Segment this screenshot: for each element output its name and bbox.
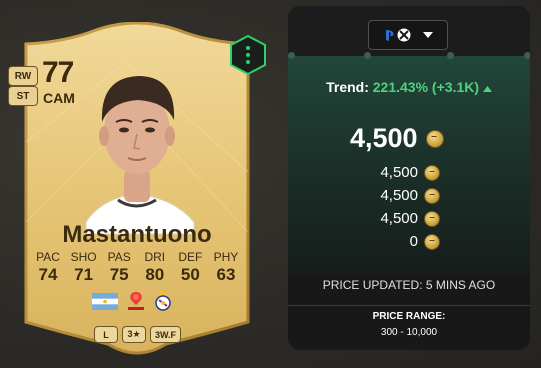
price-value: 4,500	[380, 187, 418, 204]
player-card[interactable]: RW ST 77 CAM Mastantuono PAC 74 SHO 71 P…	[6, 22, 268, 362]
alt-position-st: ST	[8, 86, 38, 106]
coin-icon	[424, 164, 440, 181]
section-dot	[447, 52, 454, 59]
stat-label: SHO	[70, 250, 97, 264]
price-updated-text: PRICE UPDATED: 5 MINS AGO	[322, 278, 496, 292]
stat-pac: PAC 74	[32, 250, 64, 285]
overall-rating: 77	[42, 56, 74, 89]
stat-label: PHY	[213, 250, 239, 264]
price-range-value: 300 - 10,000	[380, 327, 438, 338]
trend-label: Trend:	[326, 79, 369, 95]
real-madrid-crest-icon	[155, 292, 171, 311]
card-menu-button[interactable]	[230, 35, 266, 75]
playstation-xbox-icon	[386, 28, 411, 42]
main-price: 4,500	[350, 123, 444, 154]
player-name: Mastantuono	[62, 221, 212, 248]
stat-dri: DRI 80	[139, 250, 171, 285]
price-row: 4,500	[374, 210, 440, 227]
coin-icon	[424, 210, 440, 227]
stat-pas: PAS 75	[103, 250, 135, 285]
stat-label: DRI	[144, 250, 166, 264]
coin-icon	[424, 187, 440, 204]
price-row: 4,500	[374, 187, 440, 204]
card-badges: L 3★ 3W.F	[94, 326, 182, 343]
stat-value: 75	[109, 265, 129, 284]
price-value: 0	[409, 233, 418, 250]
section-dot	[364, 52, 371, 59]
stat-sho: SHO 71	[68, 250, 100, 285]
platform-dropdown[interactable]	[368, 20, 448, 50]
stat-value: 63	[216, 265, 236, 284]
main-position: CAM	[43, 90, 75, 106]
stat-label: DEF	[178, 250, 203, 264]
card-affiliations	[92, 290, 172, 312]
section-dot	[524, 52, 530, 59]
chevron-down-icon	[423, 32, 433, 38]
stat-value: 74	[38, 265, 58, 284]
stat-value: 80	[145, 265, 165, 284]
price-row: 0	[374, 233, 440, 250]
stats-row: PAC 74 SHO 71 PAS 75 DRI 80 DEF 50 PHY 6…	[32, 250, 242, 285]
divider	[288, 305, 530, 306]
stat-value: 71	[74, 265, 94, 284]
skill-moves-badge: 3★	[122, 326, 146, 343]
alt-position-rw: RW	[8, 66, 38, 86]
stat-phy: PHY 63	[210, 250, 242, 285]
preferred-foot-badge: L	[94, 326, 118, 343]
price-range-label: PRICE RANGE:	[372, 311, 446, 322]
price-panel: Trend: 221.43% (+3.1K) 4,500 4,500 4,500…	[288, 6, 530, 350]
stat-value: 50	[180, 265, 200, 284]
trend-value: 221.43% (+3.1K)	[372, 79, 479, 95]
coin-icon	[424, 233, 440, 250]
coin-icon	[425, 129, 444, 148]
stat-label: PAS	[107, 250, 131, 264]
trend-line: Trend: 221.43% (+3.1K)	[288, 79, 530, 95]
section-dot	[288, 52, 295, 59]
laliga-icon	[128, 292, 144, 310]
vertical-dots-icon	[246, 46, 250, 50]
stat-def: DEF 50	[174, 250, 206, 285]
price-value: 4,500	[380, 164, 418, 181]
price-value: 4,500	[380, 210, 418, 227]
price-row: 4,500	[374, 164, 440, 181]
main-price-value: 4,500	[350, 123, 418, 153]
weak-foot-badge: 3W.F	[150, 326, 182, 343]
argentina-flag-icon	[92, 292, 118, 310]
trend-up-icon	[482, 86, 492, 92]
stat-label: PAC	[36, 250, 60, 264]
